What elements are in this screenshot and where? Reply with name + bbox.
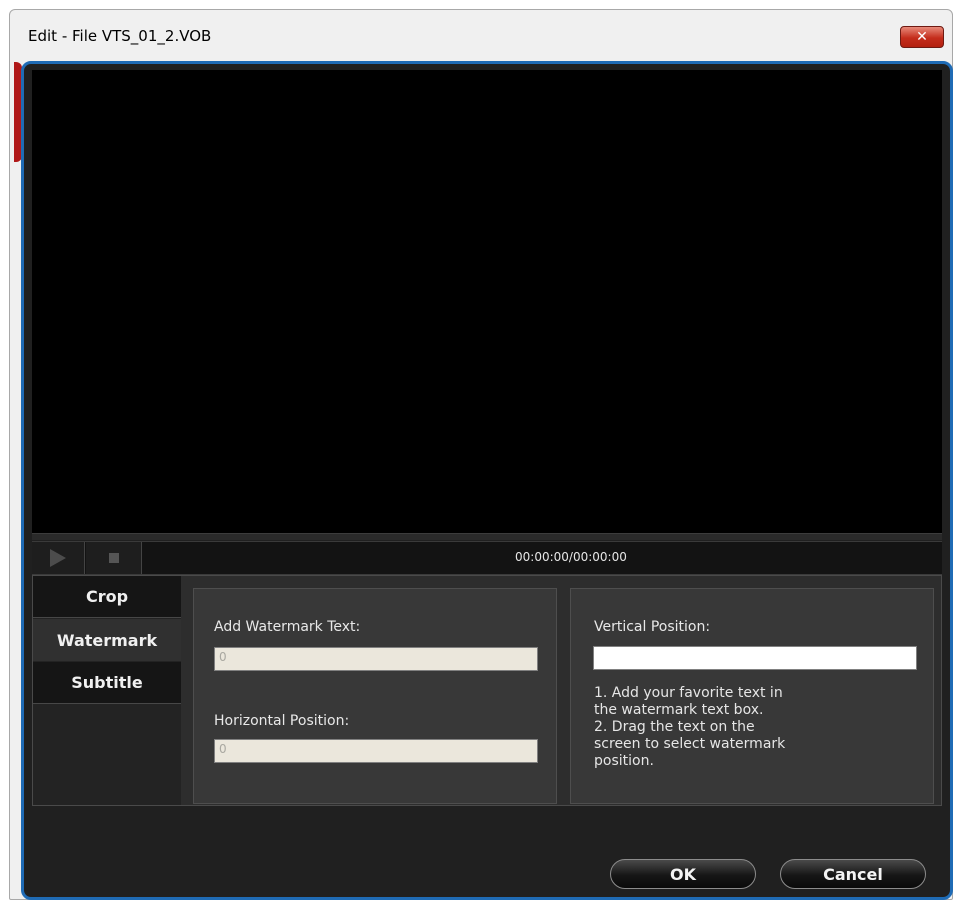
- cancel-button[interactable]: Cancel: [780, 859, 926, 889]
- watermark-instructions: 1. Add your favorite text in the waterma…: [594, 685, 884, 770]
- instruction-line: 1. Add your favorite text in: [594, 685, 783, 701]
- stop-icon: [108, 553, 119, 563]
- instruction-line: screen to select watermark: [594, 736, 786, 752]
- close-button[interactable]: ✕: [900, 26, 944, 48]
- edit-options-area: Crop Watermark Subtitle Add Watermark Te…: [32, 575, 942, 806]
- instruction-line: position.: [594, 753, 654, 769]
- instruction-line: the watermark text box.: [594, 702, 764, 718]
- vertical-position-label: Vertical Position:: [594, 619, 711, 635]
- vertical-position-input[interactable]: [593, 646, 917, 670]
- video-preview[interactable]: [32, 70, 942, 533]
- vertical-position-group: Vertical Position: 1. Add your favorite …: [570, 588, 934, 804]
- playback-controls: 00:00:00/00:00:00: [32, 541, 942, 575]
- tab-crop[interactable]: Crop: [33, 576, 181, 618]
- watermark-text-label: Add Watermark Text:: [214, 619, 361, 635]
- horizontal-position-input[interactable]: 0: [214, 739, 538, 763]
- edit-window: Edit - File VTS_01_2.VOB ✕ 00:00:00/00:0…: [9, 9, 953, 900]
- editor-panel: 00:00:00/00:00:00 Crop Watermark Subtitl…: [21, 61, 953, 900]
- time-display: 00:00:00/00:00:00: [515, 550, 627, 564]
- tab-list-empty-space: [33, 706, 181, 805]
- play-button[interactable]: [32, 542, 85, 574]
- play-icon: [50, 549, 66, 567]
- watermark-text-group: Add Watermark Text: 0 Horizontal Positio…: [193, 588, 557, 804]
- tab-watermark[interactable]: Watermark: [33, 619, 181, 661]
- watermark-text-input[interactable]: 0: [214, 647, 538, 671]
- close-icon: ✕: [916, 29, 928, 45]
- ok-button[interactable]: OK: [610, 859, 756, 889]
- stop-button[interactable]: [86, 542, 142, 574]
- tab-subtitle[interactable]: Subtitle: [33, 662, 181, 704]
- title-bar[interactable]: Edit - File VTS_01_2.VOB ✕: [10, 10, 952, 58]
- horizontal-position-label: Horizontal Position:: [214, 713, 350, 729]
- seek-bar[interactable]: [32, 533, 942, 540]
- edit-tabs: Crop Watermark Subtitle: [33, 576, 181, 805]
- instruction-line: 2. Drag the text on the: [594, 719, 755, 735]
- window-title: Edit - File VTS_01_2.VOB: [28, 27, 212, 45]
